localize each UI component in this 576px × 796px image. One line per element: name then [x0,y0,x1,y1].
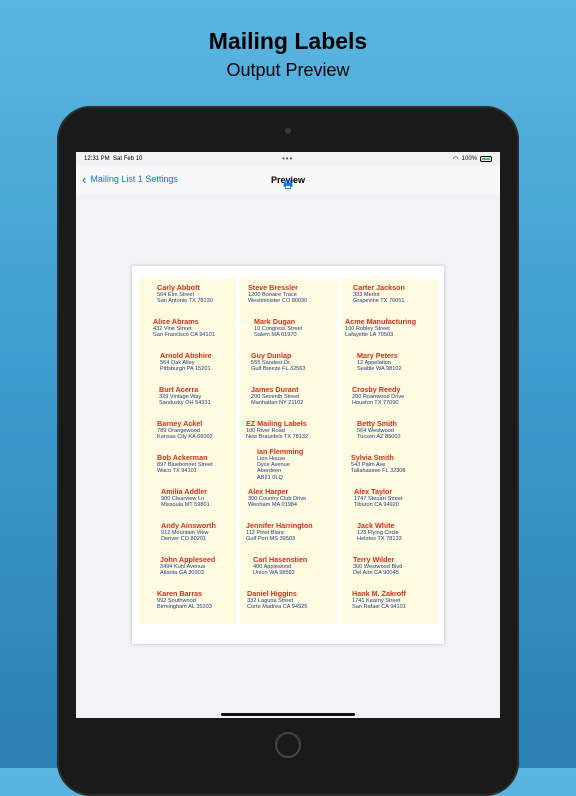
status-right: ◠ 100% [453,155,492,163]
label-name: Daniel Higgins [247,589,297,598]
label-name: Hank M. Zakroff [352,589,406,598]
mailing-label: Steve Bressler 1200 Bonaire Trace Westmini… [248,284,345,318]
label-name: EZ Mailing Labels [246,419,307,428]
label-address-line: Grapevine TX 76051 [353,298,405,305]
mailing-label: Mary Peters 12 Appelation Seattle WA 98102 [357,352,454,386]
mailing-label: Jennifer Harrington 112 Pinot Blanc Gulf P… [246,522,343,556]
label-name: Acme Manufacturing [345,317,417,326]
label-name: Jennifer Harrington [246,521,313,530]
mailing-label: Betty Smith 564 Westwood Tucson AZ 85002 [357,420,454,454]
label-address-line: Lafayette LA 70503 [345,332,394,339]
label-name: Carter Jackson [353,283,405,292]
label-sheet-preview: Carly Abbott 564 Elm Street San Antonio TX… [132,266,444,644]
mailing-label: Guy Dunlap 555 Sandest Dr. Gulf Breeze FL … [251,352,348,386]
printer-icon[interactable] [283,180,293,189]
label-address-line: Westminister CO 80030 [248,298,308,305]
app-screen: 12:31 PM Sat Feb 10 ••• ◠ 100% ‹ Mailing… [76,152,500,718]
label-address-line: Gulf Port MS 39503 [246,536,296,543]
label-name: Betty Smith [357,419,397,428]
status-bar: 12:31 PM Sat Feb 10 ••• ◠ 100% [76,152,500,166]
label-address-line: San Rafael CA 94101 [352,604,406,611]
label-name: Sylvia Smith [351,453,394,462]
label-column-3: Carter Jackson 333 Merlot Grapevine TX 760… [341,278,438,624]
label-name: Carl Hasenstien [253,555,308,564]
battery-icon [480,156,492,162]
label-name: Jack White [357,521,395,530]
label-address-line: Wenham MA 01984 [248,502,298,509]
label-name: Ian Flemming [257,447,304,456]
label-name: Alex Taylor [354,487,393,496]
label-name: Guy Dunlap [251,351,292,360]
wifi-icon: ◠ [452,156,459,163]
label-address-line: Tallahassee FL 32308 [351,468,406,475]
tablet-frame: 12:31 PM Sat Feb 10 ••• ◠ 100% ‹ Mailing… [57,106,519,796]
battery-percent: 100% [461,156,477,162]
label-address-line: AB21 0LQ [257,474,283,481]
label-address-line: San Francisco CA 94101 [153,332,215,339]
mailing-label: Acme Manufacturing 100 Robley Street Lafay… [345,318,442,352]
label-column-1: Carly Abbott 564 Elm Street San Antonio TX… [139,278,236,624]
mailing-label: Alex Taylor 1747 Steuart Street Tiburon CA… [354,488,451,522]
home-indicator[interactable] [221,713,355,716]
mailing-label: Ian Flemming Lion House Dyce Avenue Aberdee… [257,448,354,482]
label-column-2: Steve Bressler 1200 Bonaire Trace Westmini… [240,278,337,624]
mailing-label: Carl Hasenstien 400 Applewood Union WA 985… [253,556,350,590]
page-headline: Mailing Labels [208,28,368,54]
label-name: Mark Dugan [254,317,296,326]
label-address-line: Gulf Breeze FL 32563 [251,366,306,373]
multitasking-dots-icon[interactable]: ••• [282,154,293,163]
label-address-line: New Braunfels TX 78132 [246,434,309,441]
label-address-line: Helotes TX 78133 [357,536,402,543]
label-name: Alex Harper [248,487,289,496]
mailing-label: Carter Jackson 333 Merlot Grapevine TX 760… [353,284,450,318]
label-address-line: Union WA 98592 [253,570,295,577]
mailing-label: Crosby Reedy 200 Roanwood Drive Houston TX… [352,386,449,420]
label-name: Crosby Reedy [352,385,401,394]
label-address-line: Tiburon CA 94920 [354,502,399,509]
mailing-label: Mark Dugan 10 Congress Street Salem MA 019… [254,318,351,352]
label-name: Terry Wilder [353,555,395,564]
mailing-label: Terry Wilder 300 Westwood Blvd Del Aire CA… [353,556,450,590]
label-name: James Durant [251,385,299,394]
home-button[interactable] [275,732,301,758]
label-address-line: Seattle WA 98102 [357,366,402,373]
mailing-label: Alice Abrams 432 Vine Street San Francisco… [153,318,250,352]
label-address-line: Corte Madrea CA 94925 [247,604,308,611]
label-name: Steve Bressler [248,283,298,292]
status-time: 12:31 PM Sat Feb 10 [84,156,143,162]
label-address-line: Del Aire CA 90045 [353,570,399,577]
mailing-label: Daniel Higgins 332 Laguna Street Corte Mad… [247,590,344,624]
page-subtitle: Output Preview [226,60,350,80]
mailing-label: Alex Harper 300 Country Club Drive Wenham … [248,488,345,522]
label-address-line: Manhattan NY 21102 [251,400,304,407]
mailing-label: Hank M. Zakroff 1741 Kearny Street San Raf… [352,590,449,624]
mailing-label: James Durant 200 Seventh Street Manhattan … [251,386,348,420]
label-name: Alice Abrams [153,317,199,326]
label-address-line: Salem MA 01970 [254,332,297,339]
label-name: Mary Peters [357,351,398,360]
label-address-line: Tucson AZ 85002 [357,434,401,441]
label-address-line: Houston TX 77090 [352,400,399,407]
mailing-label: Sylvia Smith 543 Palm Ave Tallahassee FL 3… [351,454,448,488]
camera-icon [285,128,291,134]
mailing-label: Jack White 123 Flying Circle Helotes TX 78… [357,522,454,556]
